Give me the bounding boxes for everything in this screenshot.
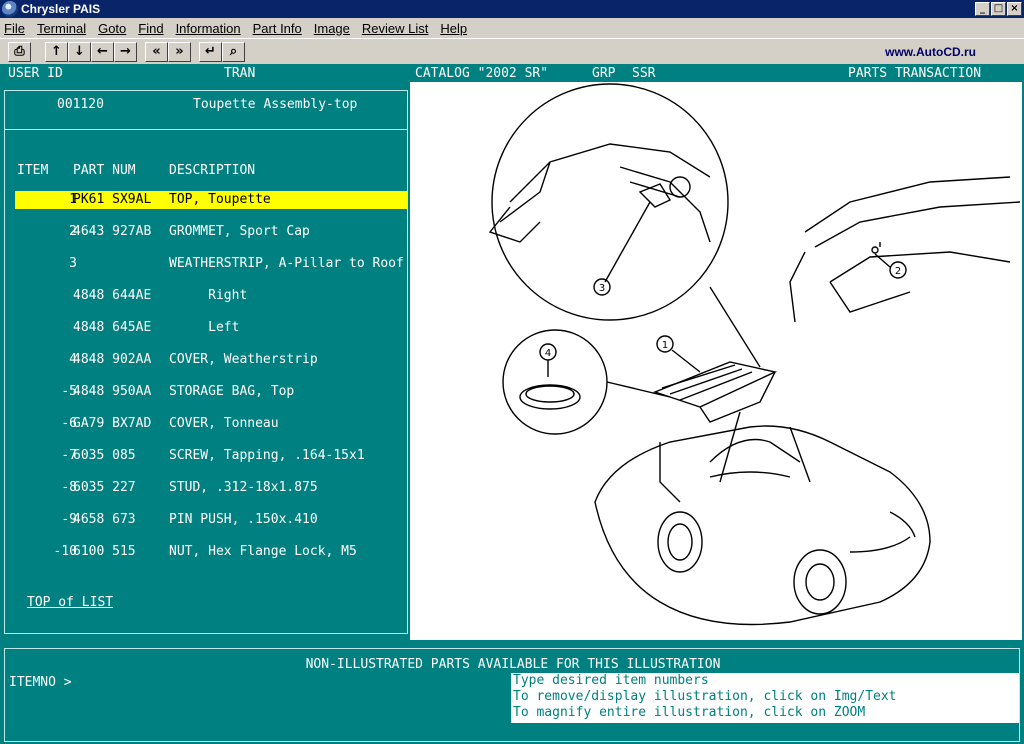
window-title: Chrysler PAIS: [21, 2, 101, 16]
toolbar: ⎙ ↑ ↓ ← → « » ↵ ⌕ www.AutoCD.ru: [0, 38, 1024, 64]
part-description: NUT, Hex Flange Lock, M5: [169, 544, 357, 559]
arrow-left-icon[interactable]: ←: [91, 41, 114, 62]
menu-information[interactable]: Information: [176, 21, 241, 36]
grp-label: GRP: [592, 66, 616, 81]
parts-table-row[interactable]: -8 6035 227 STUD, .312-18x1.875: [15, 479, 407, 497]
ssr-label: SSR: [632, 66, 656, 81]
menu-bar: File Terminal Goto Find Information Part…: [0, 18, 1024, 38]
part-description: COVER, Weatherstrip: [169, 352, 318, 367]
menu-goto[interactable]: Goto: [98, 21, 126, 36]
part-number: 4848 644AE: [73, 288, 152, 303]
enter-icon[interactable]: ↵: [199, 41, 222, 62]
non-illustrated-parts-link[interactable]: NON-ILLUSTRATED PARTS AVAILABLE FOR THIS…: [5, 657, 1021, 672]
column-header-description: DESCRIPTION: [169, 163, 256, 178]
part-number: 6100 515: [73, 544, 136, 559]
menu-find[interactable]: Find: [138, 21, 163, 36]
menu-part-info[interactable]: Part Info: [253, 21, 302, 36]
parts-table-row[interactable]: 4 4848 902AA COVER, Weatherstrip: [15, 351, 407, 369]
part-description: STORAGE BAG, Top: [169, 384, 295, 399]
part-description: WEATHERSTRIP, A-Pillar to Roof: [169, 256, 404, 271]
part-number: 6035 085: [73, 448, 136, 463]
part-number: 6035 227: [73, 480, 136, 495]
parts-table-row[interactable]: -5 4848 950AA STORAGE BAG, Top: [15, 383, 407, 401]
tran-label: TRAN: [224, 66, 256, 81]
parts-table-row[interactable]: 3 WEATHERSTRIP, A-Pillar to Roof: [15, 255, 407, 273]
maximize-button[interactable]: □: [991, 2, 1006, 16]
zoom-icon[interactable]: ⌕: [222, 41, 245, 62]
part-number: 4848 645AE: [73, 320, 152, 335]
menu-terminal[interactable]: Terminal: [37, 21, 86, 36]
menu-file[interactable]: File: [4, 21, 25, 36]
help-box: Type desired item numbers To remove/disp…: [511, 673, 1019, 723]
menu-review-list[interactable]: Review List: [362, 21, 428, 36]
assembly-name: Toupette Assembly-top: [193, 97, 358, 112]
parts-list-panel: 001120 Toupette Assembly-top ITEM PART N…: [4, 90, 408, 634]
help-line: Type desired item numbers: [513, 673, 709, 688]
part-number: PK61 SX9AL: [73, 192, 152, 207]
status-row: USER ID TRAN CATALOG "2002 SR" GRP SSR P…: [0, 64, 1024, 82]
part-description: Left: [169, 320, 240, 335]
close-button[interactable]: ×: [1007, 2, 1022, 16]
part-description: COVER, Tonneau: [169, 416, 279, 431]
part-description: SCREW, Tapping, .164-15x1: [169, 448, 365, 463]
detail-circle-4: [502, 329, 608, 435]
exploded-view-drawing: 1 2 3 4: [488, 83, 1021, 626]
itemno-prompt[interactable]: ITEMNO >: [9, 675, 72, 690]
work-area: USER ID TRAN CATALOG "2002 SR" GRP SSR P…: [0, 64, 1024, 744]
parts-table-row[interactable]: -6 GA79 BX7AD COVER, Tonneau: [15, 415, 407, 433]
part-description: PIN PUSH, .150x.410: [169, 512, 318, 527]
parts-table-row[interactable]: 2 4643 927AB GROMMET, Sport Cap: [15, 223, 407, 241]
callout-3: 3: [599, 283, 605, 294]
column-header-part: PART NUM: [73, 163, 136, 178]
part-number: GA79 BX7AD: [73, 416, 152, 431]
part-description: GROMMET, Sport Cap: [169, 224, 310, 239]
arrow-right-icon[interactable]: →: [114, 41, 137, 62]
print-icon[interactable]: ⎙: [8, 41, 31, 62]
column-header-item: ITEM: [17, 163, 49, 178]
item-number: 3: [69, 256, 77, 271]
callout-4: 4: [545, 348, 551, 359]
parts-table-row[interactable]: 4848 645AE Left: [15, 319, 407, 337]
help-line: To remove/display illustration, click on…: [513, 689, 897, 704]
parts-transaction-label: PARTS TRANSACTION: [848, 66, 982, 81]
part-number: 4848 902AA: [73, 352, 152, 367]
window-controls: _ □ ×: [975, 2, 1022, 16]
minimize-button[interactable]: _: [975, 2, 990, 16]
site-url: www.AutoCD.ru: [885, 45, 976, 59]
part-number: 4658 673: [73, 512, 136, 527]
assembly-number: 001120: [57, 97, 104, 112]
input-panel: NON-ILLUSTRATED PARTS AVAILABLE FOR THIS…: [4, 648, 1020, 742]
parts-table-row[interactable]: -10 6100 515 NUT, Hex Flange Lock, M5: [15, 543, 407, 561]
part-number: 4643 927AB: [73, 224, 152, 239]
user-id-label: USER ID: [8, 66, 63, 81]
part-description: TOP, Toupette: [169, 192, 271, 207]
part-description: STUD, .312-18x1.875: [169, 480, 318, 495]
menu-help[interactable]: Help: [440, 21, 467, 36]
parts-table-row[interactable]: 1 PK61 SX9AL TOP, Toupette: [15, 191, 407, 209]
parts-table-row[interactable]: -9 4658 673 PIN PUSH, .150x.410: [15, 511, 407, 529]
parts-table-row[interactable]: 4848 644AE Right: [15, 287, 407, 305]
arrow-up-icon[interactable]: ↑: [45, 41, 68, 62]
arrow-down-icon[interactable]: ↓: [68, 41, 91, 62]
help-line: To magnify entire illustration, click on…: [513, 705, 866, 720]
callout-1: 1: [662, 340, 668, 351]
divider: [5, 129, 407, 130]
part-number: 4848 950AA: [73, 384, 152, 399]
title-bar: Chrysler PAIS _ □ ×: [0, 0, 1024, 18]
previous-page-icon[interactable]: «: [145, 41, 168, 62]
part-description: Right: [169, 288, 248, 303]
next-page-icon[interactable]: »: [168, 41, 191, 62]
callout-2: 2: [895, 266, 901, 277]
catalog-label: CATALOG "2002 SR": [415, 66, 549, 81]
app-icon: [2, 1, 18, 17]
menu-image[interactable]: Image: [314, 21, 350, 36]
parts-table-row[interactable]: -7 6035 085 SCREW, Tapping, .164-15x1: [15, 447, 407, 465]
parts-illustration[interactable]: 1 2 3 4: [410, 82, 1022, 640]
top-of-list-link[interactable]: TOP of LIST: [25, 595, 115, 610]
